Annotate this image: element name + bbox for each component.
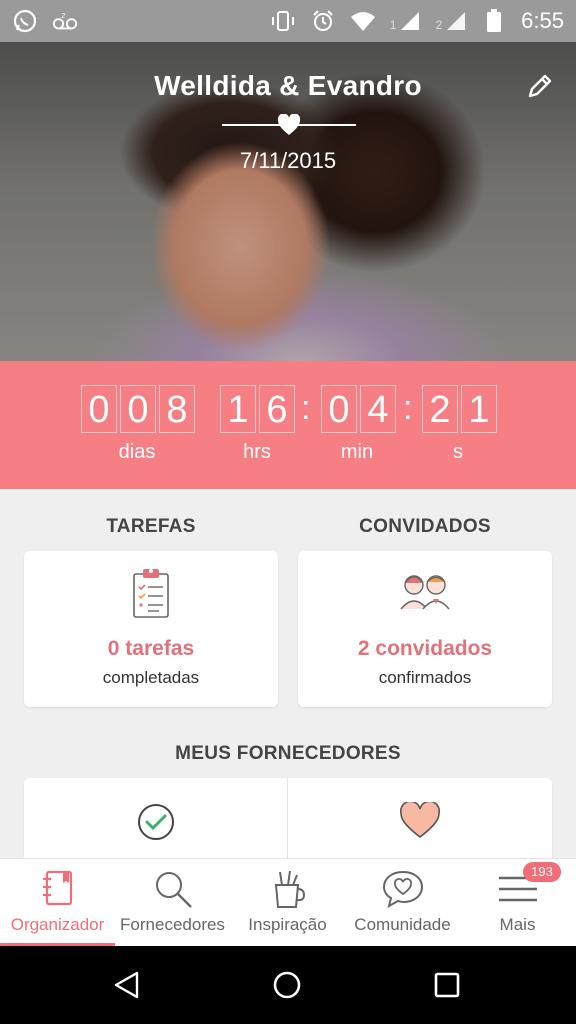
guests-title: CONVIDADOS — [359, 516, 491, 537]
heart-icon — [399, 800, 441, 845]
bottom-navigation: Organizador Fornecedores Inspiração Comu… — [0, 858, 576, 947]
nav-fornecedores[interactable]: Fornecedores — [115, 859, 230, 947]
chat-heart-icon — [382, 869, 424, 914]
tasks-title: TAREFAS — [106, 516, 196, 537]
system-navigation-bar — [0, 946, 576, 1024]
nav-label: Inspiração — [248, 915, 327, 934]
sim1-label: 1 — [389, 18, 397, 32]
days-label: dias — [118, 441, 156, 463]
nav-label: Mais — [499, 915, 536, 934]
countdown-digit: 1 — [461, 385, 497, 433]
suppliers-title: MEUS FORNECEDORES — [175, 743, 401, 764]
countdown-colon: : — [301, 389, 311, 427]
nav-comunidade[interactable]: Comunidade — [345, 859, 460, 947]
signal-sim1-icon: 1 — [390, 10, 422, 32]
nav-label: Fornecedores — [120, 915, 225, 934]
edit-pencil-icon[interactable] — [524, 72, 554, 102]
countdown-digit: 2 — [422, 385, 458, 433]
check-circle-icon — [136, 802, 176, 847]
tasks-count: 0 tarefas — [107, 637, 195, 660]
guests-people-icon — [397, 571, 453, 616]
home-icon[interactable] — [272, 970, 302, 1005]
nav-organizador[interactable]: Organizador — [0, 859, 115, 947]
couple-photo: Welldida & Evandro 7/11/2015 — [0, 42, 576, 361]
wifi-icon — [350, 8, 376, 34]
pencil-cup-icon — [271, 869, 305, 914]
voicemail-icon: 2 — [52, 8, 78, 34]
hours-label: hrs — [243, 441, 271, 463]
recents-icon[interactable] — [434, 972, 460, 1003]
couple-names: Welldida & Evandro — [154, 70, 422, 101]
favorite-suppliers-card[interactable] — [288, 778, 552, 868]
countdown-panel: 0 0 8 1 6 : 0 4 : 2 1 dias hrs min s — [0, 361, 576, 489]
vibrate-icon — [270, 8, 296, 34]
minutes-label: min — [340, 441, 374, 463]
countdown-digit: 1 — [220, 385, 256, 433]
countdown-digit: 4 — [360, 385, 396, 433]
search-icon — [153, 869, 193, 914]
tasks-sub: completadas — [102, 668, 200, 687]
guests-count: 2 convidados — [357, 637, 493, 660]
countdown-digit: 0 — [120, 385, 156, 433]
guests-card[interactable]: 2 convidados confirmados — [298, 551, 552, 707]
countdown-digit: 0 — [321, 385, 357, 433]
countdown-digit: 6 — [259, 385, 295, 433]
svg-text:2: 2 — [61, 11, 65, 20]
wedding-date: 7/11/2015 — [239, 148, 337, 173]
clipboard-checklist-icon — [131, 567, 171, 624]
signal-sim2-icon: 2 — [435, 10, 467, 32]
battery-icon — [481, 8, 507, 34]
nav-label: Comunidade — [354, 915, 451, 934]
heart-icon — [277, 113, 301, 136]
hired-suppliers-card[interactable] — [24, 778, 287, 868]
seconds-label: s — [453, 441, 463, 463]
countdown-digit: 0 — [81, 385, 117, 433]
nav-inspiracao[interactable]: Inspiração — [230, 859, 345, 947]
notebook-icon — [41, 869, 75, 912]
sim2-label: 2 — [435, 18, 443, 32]
guests-sub: confirmados — [378, 668, 472, 687]
countdown-digit: 8 — [159, 385, 195, 433]
countdown-colon: : — [403, 389, 413, 427]
whatsapp-icon — [12, 8, 38, 34]
back-icon[interactable] — [112, 970, 142, 1005]
tasks-card[interactable]: 0 tarefas completadas — [24, 551, 278, 707]
notification-badge: 193 — [523, 862, 561, 882]
status-bar: 2 1 2 6:55 — [0, 0, 576, 42]
nav-label: Organizador — [10, 915, 105, 934]
clock: 6:55 — [521, 8, 564, 33]
alarm-icon — [310, 8, 336, 34]
